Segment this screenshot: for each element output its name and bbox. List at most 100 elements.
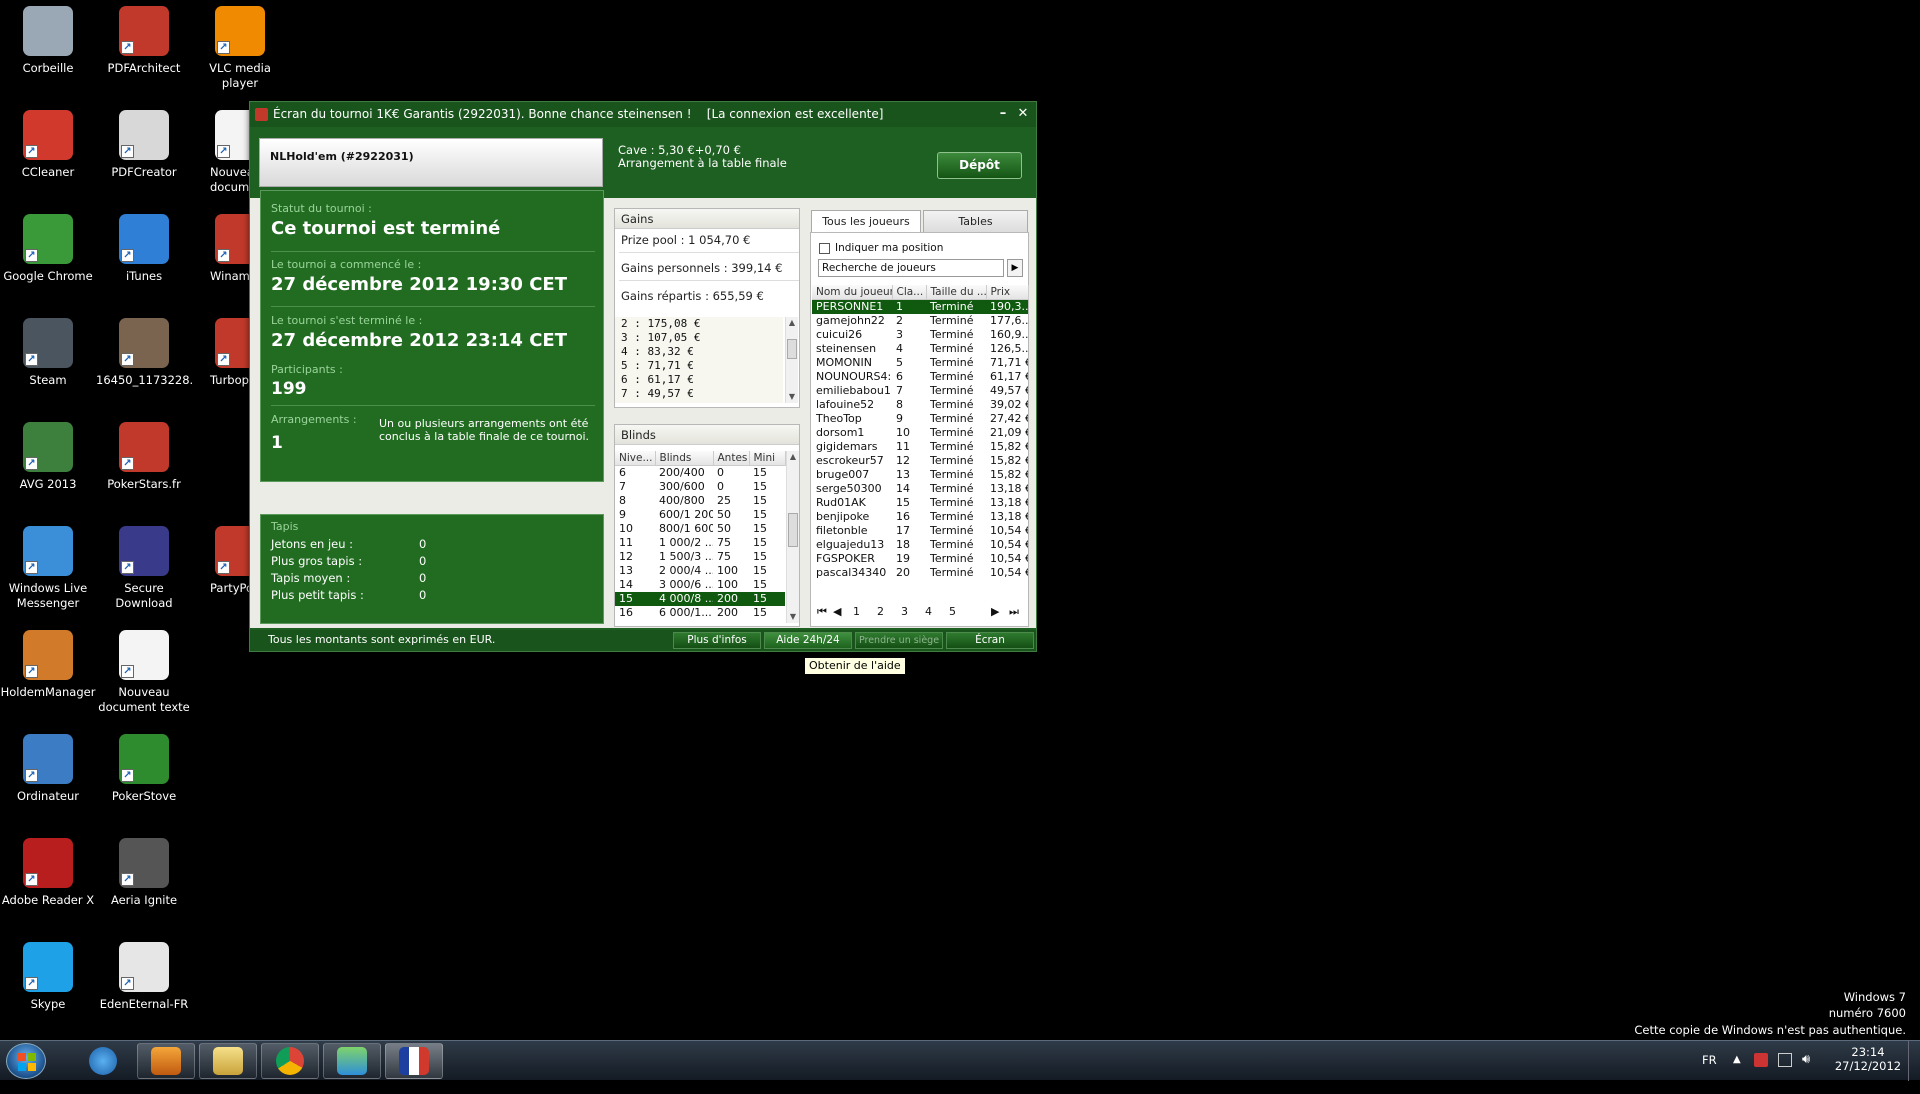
table-row[interactable]: 11 1 000/2 ... 75 15 — [615, 536, 785, 550]
desktop-icon[interactable]: ↗ Steam — [0, 312, 96, 414]
blinds-column-header[interactable]: Mini — [749, 451, 786, 466]
table-row[interactable]: emiliebabou1 7 Terminé 49,57 € — [812, 384, 1028, 398]
desktop-icon[interactable]: ↗ VLC media player — [192, 0, 288, 102]
network-icon[interactable] — [1778, 1053, 1792, 1067]
show-hidden-icons[interactable]: ▲ — [1733, 1054, 1741, 1094]
blinds-scrollbar[interactable]: ▲ ▼ — [786, 451, 799, 623]
desktop-icon[interactable]: ↗ HoldemManager — [0, 624, 96, 726]
show-position-checkbox[interactable] — [819, 243, 830, 254]
minimize-button[interactable]: – — [994, 105, 1012, 123]
next-page-icon[interactable]: ▶ — [991, 605, 999, 618]
taskbar-messenger[interactable] — [323, 1043, 381, 1079]
volume-icon[interactable]: 🔊︎ — [1802, 1052, 1810, 1092]
more-info-button[interactable]: Plus d'infos — [673, 632, 761, 649]
tab-tables[interactable]: Tables — [923, 210, 1028, 232]
table-row[interactable]: PERSONNE1 1 Terminé 190,3... — [812, 299, 1028, 314]
first-page-icon[interactable]: ⏮ — [817, 605, 827, 619]
start-button[interactable] — [6, 1043, 46, 1079]
desktop-icon[interactable]: ↗ Skype — [0, 936, 96, 1038]
blinds-column-header[interactable]: Antes — [713, 451, 750, 466]
desktop-icon[interactable]: ↗ Aeria Ignite — [96, 832, 192, 934]
table-row[interactable]: gigidemars 11 Terminé 15,82 € — [812, 440, 1028, 454]
table-row[interactable]: 16 6 000/1... 200 15 — [615, 606, 785, 620]
desktop-icon[interactable]: ↗ CCleaner — [0, 104, 96, 206]
taskbar-internet-explorer[interactable] — [74, 1043, 132, 1079]
blinds-column-header[interactable]: Nive... — [615, 451, 656, 466]
table-row[interactable]: FGSPOKER 19 Terminé 10,54 € — [812, 552, 1028, 566]
desktop-icon[interactable]: ↗ Google Chrome — [0, 208, 96, 310]
tab-all-players[interactable]: Tous les joueurs — [811, 210, 921, 233]
page-number[interactable]: 3 — [901, 605, 908, 618]
table-row[interactable]: TheoTop 9 Terminé 27,42 € — [812, 412, 1028, 426]
taskbar-chrome[interactable] — [261, 1043, 319, 1079]
table-row[interactable]: 8 400/800 25 15 — [615, 494, 785, 508]
desktop-icon[interactable]: Corbeille — [0, 0, 96, 102]
desktop-icon[interactable]: ↗ PokerStove — [96, 728, 192, 830]
table-row[interactable]: cuicui26 3 Terminé 160,9... — [812, 328, 1028, 342]
table-row[interactable]: elguajedu13 18 Terminé 10,54 € — [812, 538, 1028, 552]
taskbar-explorer[interactable] — [199, 1043, 257, 1079]
desktop-icon[interactable]: ↗ Windows Live Messenger — [0, 520, 96, 622]
page-number[interactable]: 1 — [853, 605, 860, 618]
table-row[interactable]: NOUNOURS4: 6 Terminé 61,17 € — [812, 370, 1028, 384]
table-row[interactable]: 14 3 000/6 ... 100 15 — [615, 578, 785, 592]
last-page-icon[interactable]: ⏭ — [1009, 605, 1019, 619]
table-row[interactable]: filetonble 17 Terminé 10,54 € — [812, 524, 1028, 538]
deposit-button[interactable]: Dépôt — [937, 152, 1022, 179]
table-row[interactable]: pascal34340 20 Terminé 10,54 € — [812, 566, 1028, 580]
taskbar-winamax[interactable] — [385, 1043, 443, 1079]
table-row[interactable]: MOMONIN 5 Terminé 71,71 € — [812, 356, 1028, 370]
desktop-icon[interactable]: ↗ Secure Download Manager — [96, 520, 192, 622]
help-button[interactable]: Aide 24h/24 — [764, 632, 852, 649]
taskbar-media-player[interactable] — [137, 1043, 195, 1079]
desktop-icon[interactable]: ↗ PokerStars.fr — [96, 416, 192, 518]
table-row[interactable]: lafouine52 8 Terminé 39,02 € — [812, 398, 1028, 412]
page-number[interactable]: 5 — [949, 605, 956, 618]
take-seat-button[interactable]: Prendre un siège — [855, 632, 943, 649]
table-row[interactable]: 7 300/600 0 15 — [615, 480, 785, 494]
table-row[interactable]: steinensen 4 Terminé 126,5... — [812, 342, 1028, 356]
table-row[interactable]: 12 1 500/3 ... 75 15 — [615, 550, 785, 564]
desktop-icon[interactable]: ↗ Ordinateur — [0, 728, 96, 830]
page-number[interactable]: 4 — [925, 605, 932, 618]
table-row[interactable]: serge50300 14 Terminé 13,18 € — [812, 482, 1028, 496]
desktop-icon[interactable]: ↗ EdenEternal-FR — [96, 936, 192, 1038]
page-number[interactable]: 2 — [877, 605, 884, 618]
table-row[interactable]: bruge007 13 Terminé 15,82 € — [812, 468, 1028, 482]
show-desktop-button[interactable] — [1908, 1041, 1920, 1081]
players-column-header[interactable]: Taille du ... — [926, 285, 987, 300]
players-column-header[interactable]: Nom du joueur — [812, 285, 893, 300]
table-row[interactable]: gamejohn22 2 Terminé 177,6... — [812, 314, 1028, 328]
payout-list[interactable]: 2 : 175,08 €3 : 107,05 €4 : 83,32 €5 : 7… — [615, 317, 783, 403]
desktop-icon[interactable]: ↗ PDFCreator — [96, 104, 192, 206]
close-button[interactable]: ✕ — [1014, 105, 1032, 123]
clock[interactable]: 23:14 27/12/2012 — [1832, 1045, 1904, 1085]
table-row[interactable]: dorsom1 10 Terminé 21,09 € — [812, 426, 1028, 440]
desktop-icon[interactable]: ↗ iTunes — [96, 208, 192, 310]
desktop-icon[interactable]: ↗ Adobe Reader X — [0, 832, 96, 934]
desktop-icon[interactable]: ↗ Nouveau document texte — [96, 624, 192, 726]
desktop-icon[interactable]: ↗ AVG 2013 — [0, 416, 96, 518]
table-row[interactable]: 6 200/400 0 15 — [615, 466, 785, 481]
screen-button[interactable]: Écran — [946, 632, 1034, 649]
shortcut-arrow-icon: ↗ — [121, 561, 134, 574]
table-row[interactable]: 10 800/1 600 50 15 — [615, 522, 785, 536]
table-row[interactable]: 9 600/1 200 50 15 — [615, 508, 785, 522]
search-go-icon[interactable]: ▶ — [1007, 259, 1023, 277]
language-indicator[interactable]: FR — [1702, 1053, 1717, 1093]
players-column-header[interactable]: Cla... — [892, 285, 927, 300]
players-column-header[interactable]: Prix — [986, 285, 1029, 300]
desktop-icon[interactable]: ↗ PDFArchitect — [96, 0, 192, 102]
desktop-icon[interactable]: ↗ 16450_1173228... — [96, 312, 192, 414]
action-center-icon[interactable] — [1754, 1053, 1768, 1067]
player-search-input[interactable] — [818, 259, 1004, 277]
table-row[interactable]: escrokeur57 12 Terminé 15,82 € — [812, 454, 1028, 468]
table-row[interactable]: Rud01AK 15 Terminé 13,18 € — [812, 496, 1028, 510]
table-row[interactable]: benjipoke 16 Terminé 13,18 € — [812, 510, 1028, 524]
window-titlebar[interactable]: Écran du tournoi 1K€ Garantis (2922031).… — [250, 102, 1036, 127]
prev-page-icon[interactable]: ◀ — [833, 605, 841, 618]
table-row[interactable]: 15 4 000/8 ... 200 15 — [615, 592, 785, 606]
payout-scrollbar[interactable]: ▲ ▼ — [785, 317, 798, 403]
blinds-column-header[interactable]: Blinds — [655, 451, 714, 466]
table-row[interactable]: 13 2 000/4 ... 100 15 — [615, 564, 785, 578]
